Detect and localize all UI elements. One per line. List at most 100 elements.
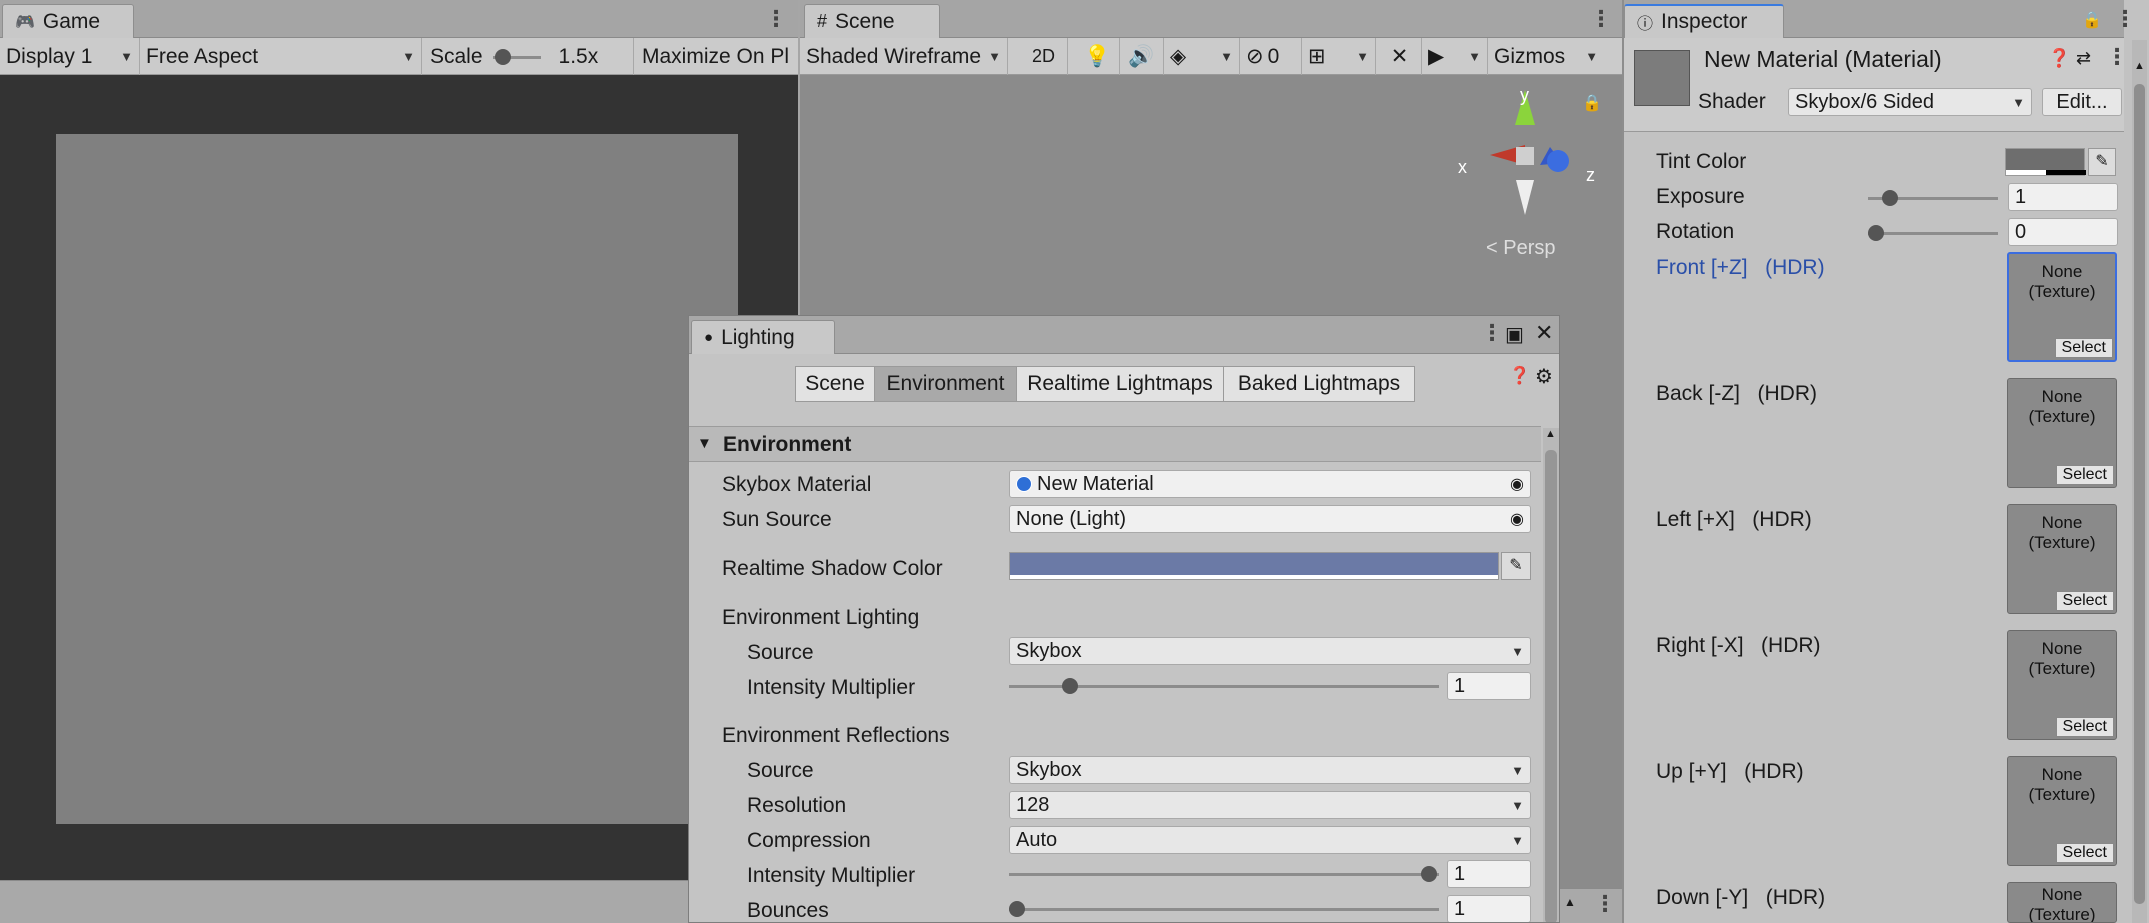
front-texture-slot[interactable]: None (Texture) Select <box>2007 252 2117 362</box>
intensity-slider[interactable] <box>1009 678 1439 694</box>
toggle-2d-button[interactable]: 2D <box>1020 38 1068 75</box>
preset-icon[interactable]: ⇄ <box>2076 48 2091 69</box>
scene-visibility-toggle[interactable]: ⊘ 0 <box>1240 38 1302 75</box>
maximize-toggle[interactable]: Maximize On Pl <box>636 38 798 75</box>
chevron-down-icon: ▼ <box>1511 797 1524 813</box>
back-texture-select-button[interactable]: Select <box>2055 465 2114 485</box>
sun-source-field[interactable]: None (Light) ◉ <box>1009 505 1531 533</box>
scrollbar-thumb[interactable] <box>2134 84 2145 904</box>
inspector-scrollbar[interactable]: ▲ <box>2132 40 2147 923</box>
persp-toggle[interactable]: < Persp <box>1486 237 1556 260</box>
game-view[interactable] <box>0 75 798 880</box>
tools-button[interactable]: ✕ <box>1378 38 1422 75</box>
lighting-menu-icon[interactable]: ⋮ <box>1481 320 1503 346</box>
front-texture-select-button[interactable]: Select <box>2054 338 2113 358</box>
scroll-up-arrow[interactable]: ▲ <box>2134 60 2145 72</box>
scene-bottom-menu-icon[interactable]: ⋮ <box>1594 891 1616 917</box>
exposure-knob[interactable] <box>1882 190 1898 206</box>
down-texture-slot[interactable]: None (Texture) <box>2007 882 2117 923</box>
eyedropper-icon[interactable]: ✎ <box>2088 148 2116 176</box>
tab-scene[interactable]: # Scene <box>804 4 940 38</box>
help-icon[interactable]: ❓ <box>2048 48 2070 69</box>
orientation-gizmo[interactable] <box>1450 85 1600 235</box>
reflection-intensity-knob[interactable] <box>1421 866 1437 882</box>
material-header: New Material (Material) ❓ ⇄ ⋮ Shader Sky… <box>1624 38 2128 132</box>
scale-slider[interactable] <box>492 48 541 65</box>
persp-icon: < <box>1486 237 1498 259</box>
lighting-tab-scene[interactable]: Scene <box>795 366 875 402</box>
skybox-material-field[interactable]: New Material ◉ <box>1009 470 1531 498</box>
bounces-slider[interactable] <box>1009 901 1439 917</box>
lock-icon[interactable]: 🔒 <box>2082 10 2102 30</box>
eyedropper-icon[interactable]: ✎ <box>1501 552 1531 580</box>
up-texture-slot[interactable]: None (Texture) Select <box>2007 756 2117 866</box>
rotation-input[interactable]: 0 <box>2008 218 2118 246</box>
scene-menu-icon[interactable]: ⋮ <box>1590 6 1612 32</box>
left-texture-select-button[interactable]: Select <box>2055 591 2114 611</box>
scale-control[interactable]: Scale 1.5x <box>424 38 634 75</box>
rotation-knob[interactable] <box>1868 225 1884 241</box>
hidden-count: 0 <box>1267 44 1280 68</box>
right-texture-slot[interactable]: None (Texture) Select <box>2007 630 2117 740</box>
scrollbar-thumb[interactable] <box>1545 450 1557 922</box>
grid-dropdown[interactable]: ⊞ ▼ <box>1302 38 1376 75</box>
reflection-source-dropdown[interactable]: Skybox ▼ <box>1009 756 1531 784</box>
up-texture-select-button[interactable]: Select <box>2055 843 2114 863</box>
display-dropdown[interactable]: Display 1 ▼ <box>0 38 140 75</box>
lock-icon[interactable]: 🔒 <box>1582 93 1602 113</box>
gizmos-dropdown[interactable]: Gizmos ▼ <box>1488 38 1622 75</box>
environment-section-header[interactable]: ▼ Environment <box>689 426 1541 462</box>
axis-neg-y-cone <box>1516 180 1534 215</box>
bounces-knob[interactable] <box>1009 901 1025 917</box>
intensity-input[interactable]: 1 <box>1447 672 1531 700</box>
tab-game[interactable]: 🎮 Game <box>2 4 134 38</box>
object-picker-icon[interactable]: ◉ <box>1510 509 1524 529</box>
object-picker-icon[interactable]: ◉ <box>1510 474 1524 494</box>
exposure-input[interactable]: 1 <box>2008 183 2118 211</box>
shading-dropdown[interactable]: Shaded Wireframe ▼ <box>800 38 1008 75</box>
compression-dropdown[interactable]: Auto ▼ <box>1009 826 1531 854</box>
game-menu-icon[interactable]: ⋮ <box>765 6 787 32</box>
rotation-slider[interactable] <box>1868 225 1998 241</box>
scroll-up-arrow[interactable]: ▲ <box>1545 428 1556 440</box>
inspector-menu-icon[interactable]: ⋮ <box>2114 6 2136 32</box>
shadow-color-field[interactable] <box>1009 552 1499 580</box>
left-texture-slot[interactable]: None (Texture) Select <box>2007 504 2117 614</box>
resolution-dropdown[interactable]: 128 ▼ <box>1009 791 1531 819</box>
reflection-intensity-slider[interactable] <box>1009 866 1439 882</box>
maximize-icon[interactable]: ▣ <box>1505 322 1524 347</box>
audio-toggle[interactable]: 🔊 <box>1120 38 1164 75</box>
grid-snap-icon: ⊞ <box>1308 45 1326 68</box>
tab-inspector[interactable]: ⓘ Inspector <box>1624 4 1784 38</box>
bounces-input[interactable]: 1 <box>1447 895 1531 922</box>
lighting-source-dropdown[interactable]: Skybox ▼ <box>1009 637 1531 665</box>
right-texture-select-button[interactable]: Select <box>2055 717 2114 737</box>
lighting-tab-realtime[interactable]: Realtime Lightmaps <box>1016 366 1224 402</box>
gear-icon[interactable]: ⚙ <box>1535 364 1553 389</box>
aspect-dropdown[interactable]: Free Aspect ▼ <box>140 38 422 75</box>
exposure-slider[interactable] <box>1868 190 1998 206</box>
lighting-scrollbar[interactable]: ▲ <box>1543 428 1559 922</box>
lighting-tab-environment[interactable]: Environment <box>874 366 1017 402</box>
layers-icon: ◈ <box>1170 45 1187 68</box>
material-menu-icon[interactable]: ⋮ <box>2106 44 2128 70</box>
edit-shader-button[interactable]: Edit... <box>2042 88 2122 116</box>
display-value: Display 1 <box>6 44 93 68</box>
shading-value: Shaded Wireframe <box>806 44 982 68</box>
help-icon[interactable]: ❓ <box>1509 366 1530 386</box>
chevron-down-icon: ▼ <box>1511 832 1524 848</box>
lighting-toggle[interactable]: 💡 <box>1076 38 1120 75</box>
back-texture-slot[interactable]: None (Texture) Select <box>2007 378 2117 488</box>
close-icon[interactable]: ✕ <box>1535 320 1553 346</box>
scale-slider-knob[interactable] <box>494 48 511 65</box>
shader-dropdown[interactable]: Skybox/6 Sided ▼ <box>1788 88 2032 116</box>
tint-color-field[interactable] <box>2005 148 2086 176</box>
intensity-knob[interactable] <box>1062 678 1078 694</box>
right-texture-type: (Texture) <box>2028 659 2096 678</box>
lighting-tab[interactable]: ● Lighting <box>691 320 835 354</box>
scroll-up-arrow[interactable]: ▲ <box>1564 895 1576 909</box>
reflection-intensity-input[interactable]: 1 <box>1447 860 1531 888</box>
effects-dropdown[interactable]: ◈ ▼ <box>1164 38 1240 75</box>
camera-dropdown[interactable]: ▶ ▼ <box>1422 38 1488 75</box>
lighting-tab-baked[interactable]: Baked Lightmaps <box>1223 366 1415 402</box>
